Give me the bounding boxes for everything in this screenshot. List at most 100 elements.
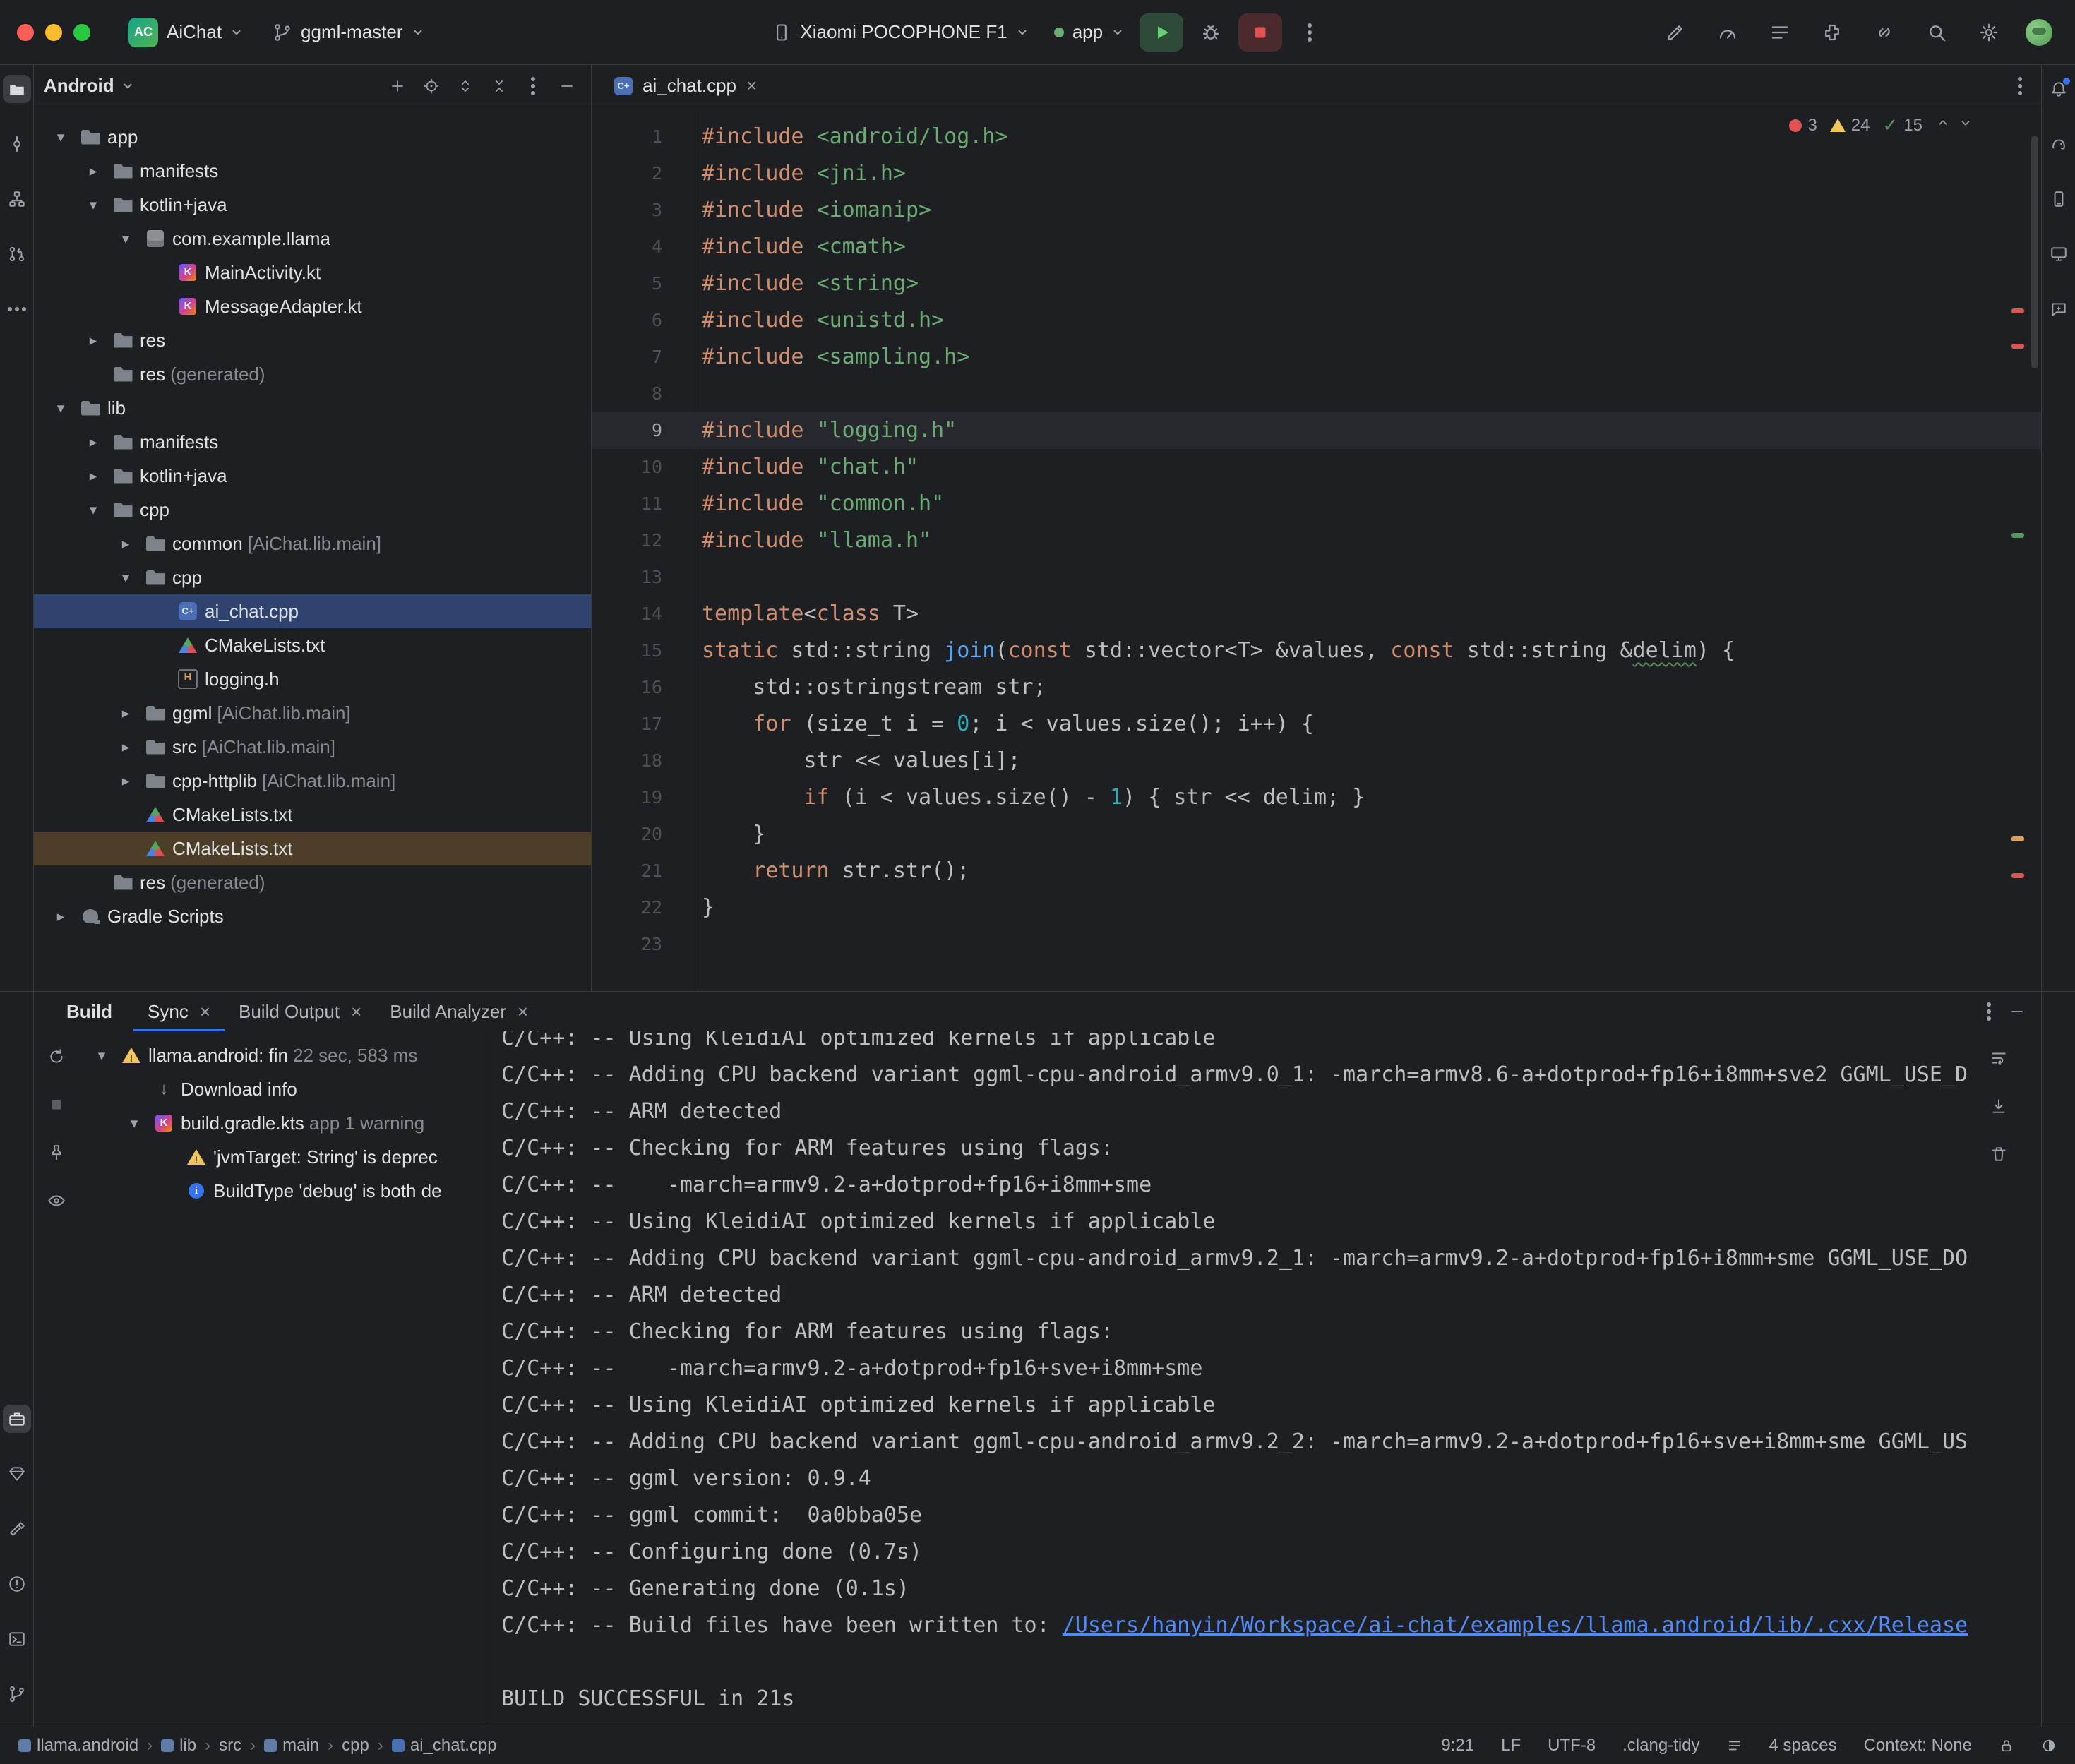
build-tab-build-output[interactable]: Build Output× bbox=[225, 992, 376, 1031]
eye-icon[interactable] bbox=[42, 1187, 71, 1215]
cursor-position[interactable]: 9:21 bbox=[1441, 1736, 1474, 1756]
code-line-16[interactable]: 16 std::ostringstream str; bbox=[592, 669, 2041, 706]
code-line-7[interactable]: 7#include <sampling.h> bbox=[592, 339, 2041, 376]
highlight-level-icon[interactable] bbox=[2041, 1738, 2057, 1753]
tree-row-mainactivity-kt[interactable]: MainActivity.kt bbox=[34, 256, 591, 289]
project-selector[interactable]: AC AiChat bbox=[119, 13, 253, 52]
console-line-7[interactable]: C/C++: -- Adding CPU backend variant ggm… bbox=[501, 1240, 2041, 1277]
context-indicator[interactable]: Context: None bbox=[1864, 1736, 1972, 1756]
hide-panel-button[interactable] bbox=[553, 72, 581, 100]
tree-row-lib[interactable]: ▾lib bbox=[34, 391, 591, 425]
code-line-13[interactable]: 13 bbox=[592, 559, 2041, 596]
tree-row-logging-h[interactable]: logging.h bbox=[34, 662, 591, 696]
debug-button[interactable] bbox=[1189, 13, 1233, 52]
breadcrumb-main[interactable]: main bbox=[264, 1736, 319, 1756]
tree-row-manifests[interactable]: ▸manifests bbox=[34, 154, 591, 188]
code-line-4[interactable]: 4#include <cmath> bbox=[592, 229, 2041, 265]
console-line-2[interactable]: C/C++: -- Adding CPU backend variant ggm… bbox=[501, 1057, 2041, 1093]
console-line-16[interactable]: C/C++: -- Generating done (0.1s) bbox=[501, 1571, 2041, 1607]
stripe-mark[interactable] bbox=[2011, 308, 2024, 313]
build-tab-sync[interactable]: Sync× bbox=[133, 992, 225, 1031]
search-icon[interactable] bbox=[1921, 17, 1952, 48]
line-number[interactable]: 6 bbox=[592, 302, 690, 339]
code-line-22[interactable]: 22} bbox=[592, 889, 2041, 926]
code-line-12[interactable]: 12#include "llama.h" bbox=[592, 522, 2041, 559]
chevron-right-icon[interactable]: ▸ bbox=[80, 332, 106, 349]
stripe-mark[interactable] bbox=[2011, 836, 2024, 841]
locate-file-button[interactable] bbox=[417, 72, 446, 100]
inspections-widget[interactable]: 3 24 ✓15 bbox=[1789, 114, 1973, 136]
tree-row-app[interactable]: ▾app bbox=[34, 120, 591, 154]
problems-icon[interactable] bbox=[3, 1570, 31, 1598]
breadcrumb-llama-android[interactable]: llama.android bbox=[18, 1736, 138, 1756]
build-tree-row-jvmtarget-string-is-deprec[interactable]: 'jvmTarget: String' is deprec bbox=[79, 1140, 491, 1174]
build-tab-build-analyzer[interactable]: Build Analyzer× bbox=[376, 992, 542, 1031]
more-tool-windows-icon[interactable] bbox=[3, 295, 31, 323]
chevron-down-icon[interactable]: ▾ bbox=[113, 230, 138, 248]
console-line-3[interactable]: C/C++: -- ARM detected bbox=[501, 1093, 2041, 1130]
clear-console-icon[interactable] bbox=[1985, 1140, 2013, 1168]
code-line-19[interactable]: 19 if (i < values.size() - 1) { str << d… bbox=[592, 779, 2041, 816]
build-icon[interactable] bbox=[3, 1405, 31, 1433]
more-run-options-button[interactable] bbox=[1288, 13, 1332, 52]
next-problem-button[interactable] bbox=[1958, 115, 1973, 136]
console-line-5[interactable]: C/C++: -- -march=armv9.2-a+dotprod+fp16+… bbox=[501, 1167, 2041, 1204]
version-control-icon[interactable] bbox=[3, 1680, 31, 1708]
editor-scrollbar[interactable] bbox=[2031, 136, 2038, 368]
console-line-6[interactable]: C/C++: -- Using KleidiAI optimized kerne… bbox=[501, 1204, 2041, 1240]
close-icon[interactable]: × bbox=[518, 1001, 528, 1023]
code-line-8[interactable]: 8 bbox=[592, 376, 2041, 412]
console-line-8[interactable]: C/C++: -- ARM detected bbox=[501, 1277, 2041, 1314]
tree-row-src[interactable]: ▸src[AiChat.lib.main] bbox=[34, 730, 591, 764]
line-number[interactable]: 8 bbox=[592, 376, 690, 412]
console-line-4[interactable]: C/C++: -- Checking for ARM features usin… bbox=[501, 1130, 2041, 1167]
plugins-icon[interactable] bbox=[1817, 17, 1848, 48]
tree-row-cmakelists-txt[interactable]: CMakeLists.txt bbox=[34, 628, 591, 662]
editor-options-button[interactable] bbox=[2006, 72, 2034, 100]
close-icon[interactable]: × bbox=[746, 75, 757, 97]
line-number[interactable]: 5 bbox=[592, 265, 690, 302]
tree-row-com-example-llama[interactable]: ▾com.example.llama bbox=[34, 222, 591, 256]
tree-row-manifests[interactable]: ▸manifests bbox=[34, 425, 591, 459]
vcs-branch-selector[interactable]: ggml-master bbox=[263, 13, 433, 52]
line-number[interactable]: 11 bbox=[592, 486, 690, 522]
code-line-5[interactable]: 5#include <string> bbox=[592, 265, 2041, 302]
console-line-19[interactable]: BUILD SUCCESSFUL in 21s bbox=[501, 1681, 2041, 1717]
compile-icon[interactable] bbox=[3, 1515, 31, 1543]
chevron-right-icon[interactable]: ▸ bbox=[113, 738, 138, 756]
stripe-mark[interactable] bbox=[2011, 873, 2024, 878]
code-line-6[interactable]: 6#include <unistd.h> bbox=[592, 302, 2041, 339]
console-link[interactable]: /Users/hanyin/Workspace/ai-chat/examples… bbox=[1063, 1613, 1968, 1638]
console-line-1[interactable]: C/C++: -- Using KleidiAI optimized kerne… bbox=[501, 1031, 2041, 1057]
chevron-down-icon[interactable]: ▾ bbox=[121, 1115, 147, 1132]
line-number[interactable]: 1 bbox=[592, 119, 690, 155]
line-number[interactable]: 9 bbox=[592, 412, 690, 449]
add-button[interactable] bbox=[383, 72, 412, 100]
chevron-down-icon[interactable]: ▾ bbox=[89, 1047, 114, 1064]
tree-row-res[interactable]: ▸res bbox=[34, 323, 591, 357]
project-folder-icon[interactable] bbox=[3, 75, 31, 103]
chevron-right-icon[interactable]: ▸ bbox=[48, 908, 73, 925]
code-line-2[interactable]: 2#include <jni.h> bbox=[592, 155, 2041, 192]
link-icon[interactable] bbox=[1869, 17, 1900, 48]
scroll-to-end-icon[interactable] bbox=[1985, 1092, 2013, 1120]
notifications-icon[interactable] bbox=[2045, 75, 2073, 103]
run-button[interactable] bbox=[1140, 13, 1183, 52]
tree-row-common[interactable]: ▸common[AiChat.lib.main] bbox=[34, 527, 591, 560]
code-style-icon[interactable] bbox=[1727, 1738, 1742, 1753]
stripe-mark[interactable] bbox=[2011, 533, 2024, 538]
code-line-9[interactable]: 9#include "logging.h" bbox=[592, 412, 2041, 449]
running-devices-icon[interactable] bbox=[2045, 240, 2073, 268]
tree-row-cmakelists-txt[interactable]: CMakeLists.txt bbox=[34, 832, 591, 865]
pull-requests-icon[interactable] bbox=[3, 240, 31, 268]
project-view-selector[interactable]: Android bbox=[44, 75, 134, 97]
line-number[interactable]: 18 bbox=[592, 743, 690, 779]
chevron-down-icon[interactable]: ▾ bbox=[113, 569, 138, 587]
line-number[interactable]: 19 bbox=[592, 779, 690, 816]
chevron-right-icon[interactable]: ▸ bbox=[113, 704, 138, 722]
tree-row-cpp-httplib[interactable]: ▸cpp-httplib[AiChat.lib.main] bbox=[34, 764, 591, 798]
tree-row-ggml[interactable]: ▸ggml[AiChat.lib.main] bbox=[34, 696, 591, 730]
build-tree-row-build-gradle-kts[interactable]: ▾build.gradle.ktsapp 1 warning bbox=[79, 1106, 491, 1140]
console-line-18[interactable] bbox=[501, 1644, 2041, 1681]
minimize-window-button[interactable] bbox=[45, 24, 62, 41]
